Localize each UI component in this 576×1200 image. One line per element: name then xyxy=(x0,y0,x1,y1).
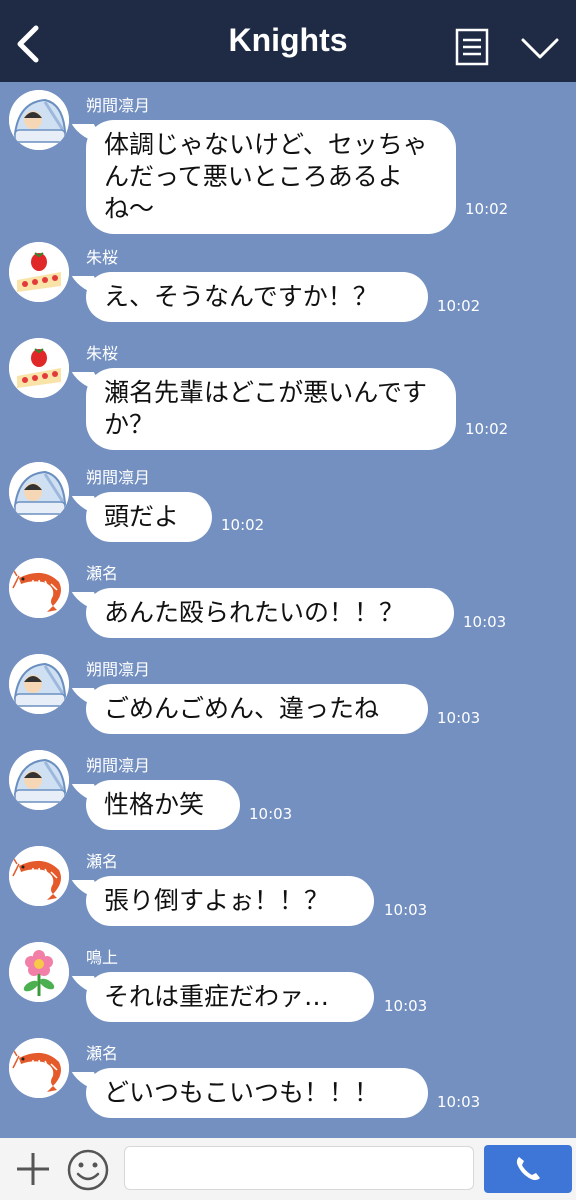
message-time: 10:03 xyxy=(437,1093,481,1111)
call-button[interactable] xyxy=(484,1145,572,1193)
sender-name: 朔間凛月 xyxy=(86,660,151,679)
avatar-shrimp-icon[interactable] xyxy=(9,846,69,906)
sender-name: 瀬名 xyxy=(86,852,119,871)
avatar-cake-icon[interactable] xyxy=(9,242,69,302)
message-bubble[interactable]: え、そうなんですか！？ xyxy=(86,272,428,322)
sender-name: 鳴上 xyxy=(86,948,119,967)
message-bubble[interactable]: 体調じゃないけど、セッちゃんだって悪いところあるよね〜 xyxy=(86,120,456,234)
message-time: 10:02 xyxy=(465,200,509,218)
message-time: 10:03 xyxy=(249,805,293,823)
avatar-flower-icon[interactable] xyxy=(9,942,69,1002)
message-bubble[interactable]: 頭だよ xyxy=(86,492,212,542)
chat-header: Knights xyxy=(0,0,576,82)
avatar-sleeping-icon[interactable] xyxy=(9,750,69,810)
message-bubble[interactable]: それは重症だわァ… xyxy=(86,972,374,1022)
phone-icon xyxy=(516,1157,540,1181)
message-time: 10:03 xyxy=(437,709,481,727)
message-time: 10:03 xyxy=(463,613,507,631)
message-bubble[interactable]: どいつもこいつも！！！ xyxy=(86,1068,428,1118)
message-input[interactable] xyxy=(124,1146,474,1190)
sender-name: 朔間凛月 xyxy=(86,468,151,487)
message-time: 10:03 xyxy=(384,901,428,919)
sender-name: 瀬名 xyxy=(86,564,119,583)
message-bubble[interactable]: 性格か笑 xyxy=(86,780,240,830)
menu-icon xyxy=(455,28,489,66)
avatar-shrimp-icon[interactable] xyxy=(9,1038,69,1098)
message-bubble[interactable]: ごめんごめん、違ったね xyxy=(86,684,428,734)
message-time: 10:02 xyxy=(221,516,265,534)
avatar-sleeping-icon[interactable] xyxy=(9,90,69,150)
message-bubble[interactable]: あんた殴られたいの！！？ xyxy=(86,588,454,638)
message-bubble[interactable]: 瀬名先輩はどこが悪いんですか？ xyxy=(86,368,456,450)
message-time: 10:02 xyxy=(465,420,509,438)
avatar-sleeping-icon[interactable] xyxy=(9,654,69,714)
chevron-down-icon xyxy=(521,38,559,59)
menu-button[interactable] xyxy=(455,28,489,66)
sender-name: 瀬名 xyxy=(86,1044,119,1063)
input-bar xyxy=(0,1138,576,1200)
chat-title: Knights xyxy=(228,22,348,58)
avatar-sleeping-icon[interactable] xyxy=(9,462,69,522)
message-list[interactable]: 朔間凛月 体調じゃないけど、セッちゃんだって悪いところあるよね〜 10:02 朱… xyxy=(0,82,576,1138)
collapse-button[interactable] xyxy=(520,36,560,62)
emoji-button[interactable] xyxy=(66,1148,110,1192)
avatar-cake-icon[interactable] xyxy=(9,338,69,398)
message-bubble[interactable]: 張り倒すよぉ！！？ xyxy=(86,876,374,926)
message-time: 10:02 xyxy=(437,297,481,315)
plus-icon xyxy=(17,1153,49,1185)
sender-name: 朔間凛月 xyxy=(86,756,151,775)
sender-name: 朱桜 xyxy=(86,248,119,267)
sender-name: 朱桜 xyxy=(86,344,119,363)
message-time: 10:03 xyxy=(384,997,428,1015)
plus-button[interactable] xyxy=(14,1150,52,1188)
avatar-shrimp-icon[interactable] xyxy=(9,558,69,618)
smiley-icon xyxy=(67,1149,109,1191)
sender-name: 朔間凛月 xyxy=(86,96,151,115)
